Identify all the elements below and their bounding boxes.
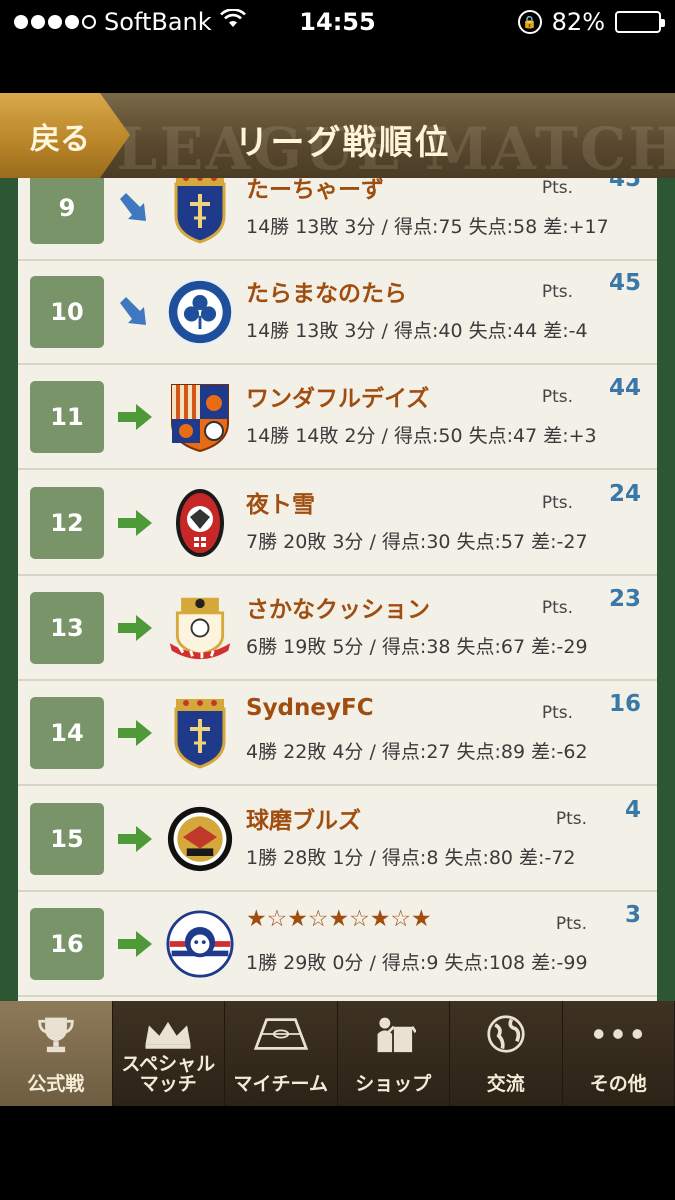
- status-bar: SoftBank 14:55 🔒 82%: [0, 0, 675, 48]
- pts-value: 24: [608, 481, 641, 507]
- clover-emblem: [166, 276, 234, 348]
- pts-label: Pts.: [541, 598, 573, 618]
- team-record: 1勝 29敗 0分 / 得点:9 失点:108 差:-99: [246, 952, 588, 974]
- trend-same-icon: [118, 929, 152, 959]
- pts-label: Pts.: [541, 178, 573, 198]
- tab-my-team[interactable]: マイチーム: [225, 1001, 338, 1106]
- squirrel-shield-emblem: [166, 381, 234, 453]
- team-record: 14勝 14敗 2分 / 得点:50 失点:47 差:+3: [246, 425, 597, 447]
- page-title: リーグ戦順位: [234, 123, 451, 163]
- lion-crest-emblem: [166, 592, 234, 664]
- tab-other[interactable]: その他: [563, 1001, 675, 1106]
- tab-label: ショップ: [355, 1073, 432, 1095]
- standings-row[interactable]: 14 SydneyFC 4勝 22敗 4分 / 得点:27 失点:89 差:-62 P…: [18, 681, 657, 786]
- pts-label: Pts.: [541, 282, 573, 302]
- trend-same-icon: [118, 508, 152, 538]
- tab-bar: 公式戦 スペシャル マッチ マイチーム ショップ 交流 その他: [0, 1001, 675, 1106]
- team-name[interactable]: SydneyFC: [246, 695, 374, 721]
- pts-label: Pts.: [555, 809, 587, 829]
- team-record: 1勝 28敗 1分 / 得点:8 失点:80 差:-72: [246, 847, 576, 869]
- crown-icon: [113, 1011, 225, 1057]
- rank-badge: 12: [30, 487, 104, 559]
- rank-badge: 10: [30, 276, 104, 348]
- pts-label: Pts.: [541, 493, 573, 513]
- standings-row[interactable]: 16 ★☆★☆★☆★☆★ 1勝 29敗 0分 / 得点:9 失点:108 差:-99…: [18, 892, 657, 997]
- pts-value: 23: [608, 586, 641, 612]
- pts-value: 16: [608, 691, 641, 717]
- team-name[interactable]: ワンダフルデイズ: [246, 379, 429, 413]
- tab-social[interactable]: 交流: [450, 1001, 563, 1106]
- trend-same-icon: [118, 824, 152, 854]
- tab-label: スペシャル マッチ: [121, 1053, 216, 1095]
- standings-list: 9 たーちゃーず 14勝 13敗 3分 / 得点:75 失点:58 差:+17 Pts…: [18, 178, 657, 1001]
- trend-same-icon: [118, 613, 152, 643]
- rank-badge: 11: [30, 381, 104, 453]
- battery-icon: [615, 11, 665, 33]
- standings-row[interactable]: 12 夜ト雪 7勝 20敗 3分 / 得点:30 失点:57 差:-27 Pts. 24: [18, 471, 657, 576]
- team-record: 7勝 20敗 3分 / 得点:30 失点:57 差:-27: [246, 531, 588, 553]
- team-name[interactable]: ★☆★☆★☆★☆★: [246, 906, 432, 932]
- team-record: 4勝 22敗 4分 / 得点:27 失点:89 差:-62: [246, 741, 588, 763]
- field-icon: [225, 1011, 337, 1057]
- page-header: LEAGUE MATCH 戻る リーグ戦順位: [0, 93, 675, 178]
- shield-crown-emblem: [166, 697, 234, 769]
- shop-icon: [338, 1011, 450, 1057]
- team-name[interactable]: たーちゃーず: [246, 178, 384, 204]
- pts-label: Pts.: [541, 703, 573, 723]
- rank-badge: 15: [30, 803, 104, 875]
- pts-value: 44: [608, 375, 641, 401]
- rotation-lock-icon: 🔒: [517, 10, 542, 34]
- standings-scroll-area[interactable]: 9 たーちゃーず 14勝 13敗 3分 / 得点:75 失点:58 差:+17 Pts…: [0, 178, 675, 1001]
- team-record: 14勝 13敗 3分 / 得点:40 失点:44 差:-4: [246, 320, 588, 342]
- tab-official-match[interactable]: 公式戦: [0, 1001, 113, 1106]
- trend-same-icon: [118, 402, 152, 432]
- eagle-circle-emblem: [166, 803, 234, 875]
- team-name[interactable]: たらまなのたら: [246, 274, 407, 308]
- team-record: 6勝 19敗 5分 / 得点:38 失点:67 差:-29: [246, 636, 588, 658]
- tab-shop[interactable]: ショップ: [338, 1001, 450, 1106]
- rank-badge: 14: [30, 697, 104, 769]
- lion-circle-emblem: [166, 908, 234, 980]
- team-name[interactable]: さかなクッション: [246, 590, 430, 624]
- tab-label: 交流: [486, 1073, 525, 1095]
- rank-badge: 16: [30, 908, 104, 980]
- pts-value: 45: [608, 270, 641, 296]
- pts-value: 3: [624, 902, 641, 928]
- pts-value: 4: [624, 797, 641, 823]
- standings-row[interactable]: 9 たーちゃーず 14勝 13敗 3分 / 得点:75 失点:58 差:+17 Pts…: [18, 178, 657, 261]
- standings-row[interactable]: 10 たらまなのたら 14勝 13敗 3分 / 得点:40 失点:44 差:-4 Pt…: [18, 260, 657, 365]
- pts-label: Pts.: [541, 387, 573, 407]
- team-name[interactable]: 夜ト雪: [246, 485, 315, 519]
- more-icon: [563, 1011, 675, 1057]
- pts-label: Pts.: [555, 914, 587, 934]
- battery-percent: 82%: [551, 8, 605, 36]
- eagle-oval-emblem: [166, 487, 234, 559]
- status-right: 🔒 82%: [517, 8, 665, 36]
- tab-label: その他: [589, 1073, 647, 1095]
- pts-value: 45: [608, 178, 641, 192]
- tab-special-match[interactable]: スペシャル マッチ: [113, 1001, 225, 1106]
- trend-down-icon: [118, 297, 152, 327]
- trophy-icon: [0, 1011, 112, 1057]
- tab-label: 公式戦: [27, 1073, 85, 1095]
- standings-row[interactable]: 13 さかなクッション 6勝 19敗 5分 / 得点:38 失点:67 差:-29 P…: [18, 576, 657, 681]
- trend-same-icon: [118, 718, 152, 748]
- team-name[interactable]: 球磨ブルズ: [246, 801, 361, 835]
- globe-icon: [450, 1011, 562, 1057]
- rank-badge: 13: [30, 592, 104, 664]
- tab-label: マイチーム: [233, 1073, 328, 1095]
- standings-row[interactable]: 15 球磨ブルズ 1勝 28敗 1分 / 得点:8 失点:80 差:-72 Pts. 4: [18, 787, 657, 892]
- rank-badge: 9: [30, 178, 104, 244]
- standings-row[interactable]: 11 ワンダフルデイズ 14勝 14敗 2分 / 得点:50 失点:47 差:+3 P…: [18, 365, 657, 470]
- team-record: 14勝 13敗 3分 / 得点:75 失点:58 差:+17: [246, 216, 609, 238]
- shield-crown-emblem: [166, 178, 234, 244]
- trend-down-icon: [118, 193, 152, 223]
